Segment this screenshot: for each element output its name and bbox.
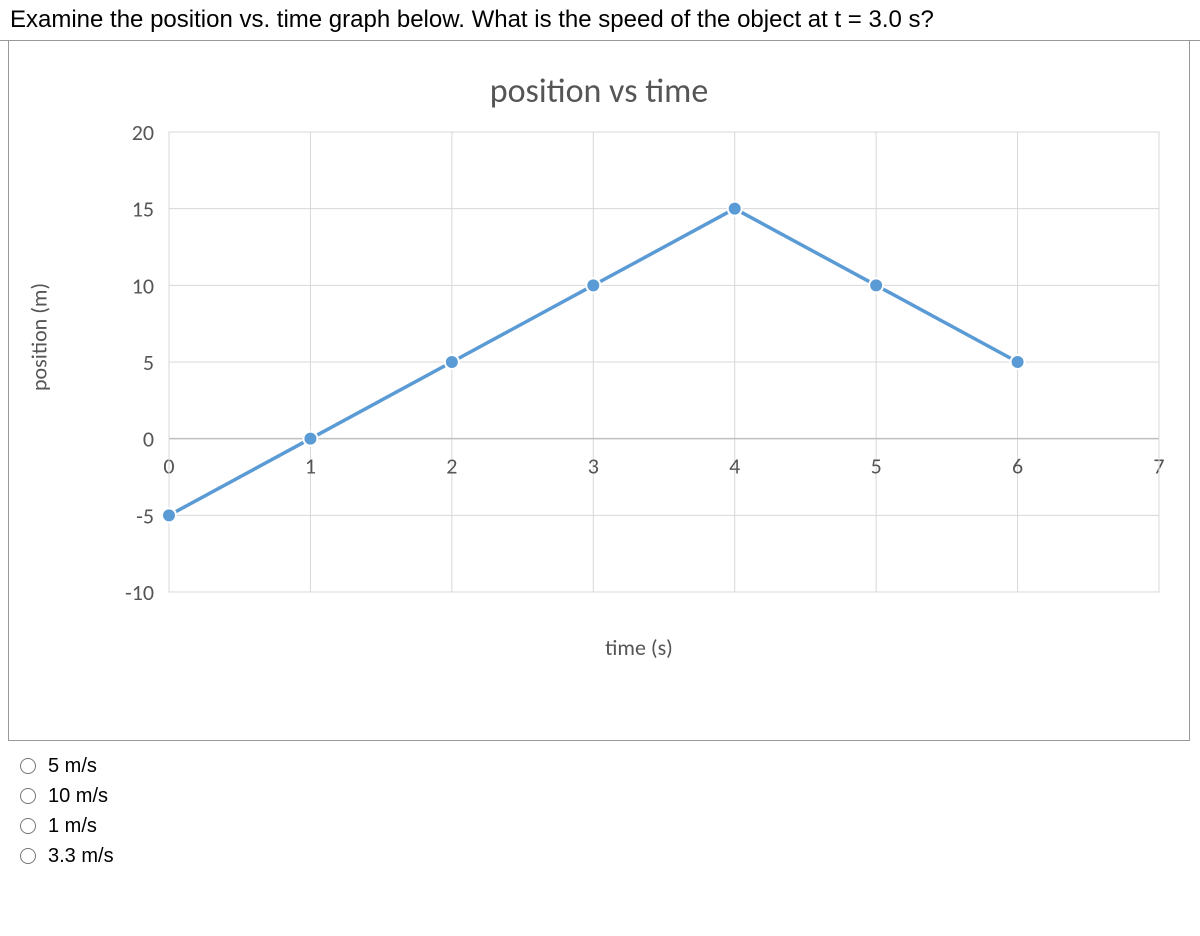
question-prompt: Examine the position vs. time graph belo…: [0, 0, 1200, 41]
answer-option-0[interactable]: 5 m/s: [20, 751, 1200, 781]
plot-area: 01234567-10-505101520 time (s): [99, 122, 1179, 661]
answer-option-2[interactable]: 1 m/s: [20, 811, 1200, 841]
svg-text:-5: -5: [136, 502, 154, 529]
svg-text:2: 2: [446, 453, 457, 480]
svg-text:10: 10: [132, 272, 154, 299]
answer-option-1[interactable]: 10 m/s: [20, 781, 1200, 811]
option-label: 3.3 m/s: [48, 845, 114, 868]
option-label: 5 m/s: [48, 755, 97, 778]
svg-text:20: 20: [132, 122, 154, 146]
radio-option-0[interactable]: [20, 758, 36, 774]
svg-text:4: 4: [729, 453, 740, 480]
svg-text:5: 5: [871, 453, 882, 480]
chart-panel: position vs time position (m) 01234567-1…: [8, 41, 1190, 741]
svg-text:15: 15: [132, 196, 154, 223]
chart-svg: 01234567-10-505101520: [99, 122, 1169, 622]
svg-text:3: 3: [588, 453, 599, 480]
answer-option-3[interactable]: 3.3 m/s: [20, 841, 1200, 871]
svg-text:0: 0: [143, 426, 154, 453]
svg-text:1: 1: [305, 453, 316, 480]
svg-text:6: 6: [1012, 453, 1023, 480]
y-axis-label: position (m): [26, 283, 53, 391]
radio-option-1[interactable]: [20, 788, 36, 804]
chart-title: position vs time: [19, 71, 1179, 112]
svg-text:-10: -10: [125, 579, 154, 606]
radio-option-3[interactable]: [20, 848, 36, 864]
svg-text:5: 5: [143, 349, 154, 376]
option-label: 10 m/s: [48, 785, 108, 808]
radio-option-2[interactable]: [20, 818, 36, 834]
option-label: 1 m/s: [48, 815, 97, 838]
answer-option-group: 5 m/s 10 m/s 1 m/s 3.3 m/s: [0, 751, 1200, 871]
x-axis-label: time (s): [99, 634, 1179, 661]
